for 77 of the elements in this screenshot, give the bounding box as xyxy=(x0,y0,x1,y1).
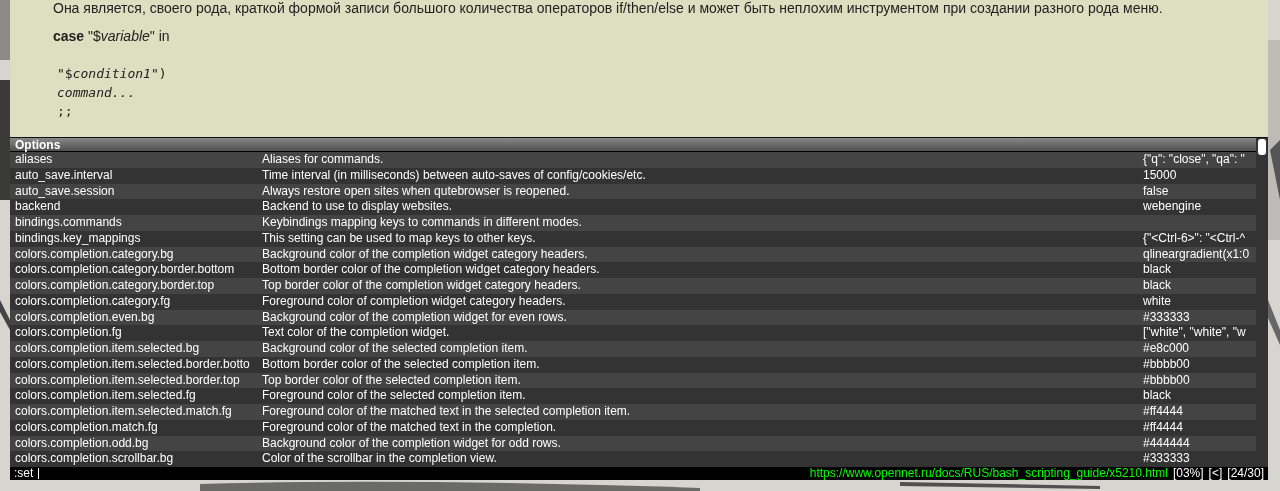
scrollbar-thumb[interactable] xyxy=(1258,139,1266,155)
option-value: #333333 xyxy=(1143,309,1190,326)
command-input[interactable]: :set xyxy=(14,467,34,480)
tab-index: [24/30] xyxy=(1227,467,1264,480)
option-description: Background color of the selected completion item. xyxy=(262,341,529,357)
option-value: white xyxy=(1143,293,1171,310)
option-value: {"<Ctrl-6>": "<Ctrl-^ xyxy=(1143,230,1246,247)
option-name: colors.completion.category.fg xyxy=(14,293,172,310)
option-description: Background color of the completion widget for odd rows. xyxy=(262,435,562,452)
option-value: ["white", "white", "w xyxy=(1143,325,1246,341)
syntax-line: case "$variable" in xyxy=(53,27,170,45)
option-value: #ff4444 xyxy=(1143,404,1183,420)
option-description: Time interval (in milliseconds) between auto-saves of config/cookies/etc. xyxy=(262,167,647,184)
option-name: colors.completion.item.selected.bg xyxy=(14,341,201,357)
option-value: black xyxy=(1143,262,1171,278)
completion-row[interactable]: colors.completion.category.border.top Top border color of the completion widget category headers. black xyxy=(10,278,1256,294)
option-value: webengine xyxy=(1143,199,1202,215)
option-name: bindings.commands xyxy=(14,215,123,231)
option-name: colors.completion.item.selected.border.botto xyxy=(14,356,251,373)
option-name: aliases xyxy=(14,152,54,168)
option-name: colors.completion.item.selected.fg xyxy=(14,388,197,404)
category-header: Options xyxy=(10,138,1256,152)
page-url: https://www.opennet.ru/docs/RUS/bash_scripting_guide/x5210.html xyxy=(809,467,1168,480)
scroll-percent: [03%] xyxy=(1172,467,1204,480)
completion-row[interactable]: bindings.commands Keybindings mapping keys to commands in different modes. xyxy=(10,215,1256,231)
option-description: Backend to use to display websites. xyxy=(262,199,454,215)
completion-row[interactable]: aliases Aliases for commands. {"q": "close", "qa": " xyxy=(10,152,1256,168)
option-description: Keybindings mapping keys to commands in different modes. xyxy=(262,215,583,231)
option-value: black xyxy=(1143,278,1171,294)
option-name: colors.completion.fg xyxy=(14,325,123,341)
option-name: colors.completion.category.border.top xyxy=(14,278,216,294)
option-description: Foreground color of the matched text in the completion. xyxy=(262,419,558,436)
option-description: Aliases for commands. xyxy=(262,152,385,168)
option-name: colors.completion.odd.bg xyxy=(14,435,150,452)
option-description: Background color of the completion widget for even rows. xyxy=(262,309,568,326)
option-name: colors.completion.category.border.bottom xyxy=(14,262,236,278)
option-value: #333333 xyxy=(1143,451,1190,467)
option-description: Foreground color of the selected completion item. xyxy=(262,388,527,404)
option-name: colors.completion.even.bg xyxy=(14,309,156,326)
code-line: "$condition1") xyxy=(57,65,167,83)
option-name: colors.completion.item.selected.match.fg xyxy=(14,404,233,420)
option-description: Always restore open sites when qutebrowser is reopened. xyxy=(262,183,571,200)
option-description: Top border color of the selected completion item. xyxy=(262,372,522,389)
option-value: #ff4444 xyxy=(1143,419,1183,436)
option-description: Top border color of the completion widget category headers. xyxy=(262,278,582,294)
option-value: qlineargradient(x1:0 xyxy=(1143,246,1250,263)
paragraph: Она является, своего рода, краткой формой записи большого количества операторов if/then/else и может быть неплохим инструментом при создании разного рода меню. xyxy=(53,0,1163,16)
option-value: #bbbb00 xyxy=(1143,372,1190,389)
option-value: false xyxy=(1143,183,1169,200)
option-description: Foreground color of completion widget category headers. xyxy=(262,293,567,310)
option-name: bindings.key_mappings xyxy=(14,230,142,247)
completion-row[interactable]: colors.completion.item.selected.match.fg Foreground color of the matched text in the selected completion item. #ff4444 xyxy=(10,404,1256,420)
option-value: #bbbb00 xyxy=(1143,356,1190,373)
option-name: colors.completion.match.fg xyxy=(14,419,159,436)
option-description: Text color of the completion widget. xyxy=(262,325,451,341)
option-name: backend xyxy=(14,199,62,215)
option-description: Bottom border color of the selected completion item. xyxy=(262,356,541,373)
option-value: #e8c000 xyxy=(1143,341,1190,357)
completion-row[interactable]: colors.completion.item.selected.bg Background color of the selected completion item. #e8c000 xyxy=(10,341,1256,357)
option-description: Foreground color of the matched text in the selected completion item. xyxy=(262,404,632,420)
code-line: ;; xyxy=(57,102,73,120)
option-name: auto_save.interval xyxy=(14,167,114,184)
option-description: Bottom border color of the completion widget category headers. xyxy=(262,262,601,278)
option-value: {"q": "close", "qa": " xyxy=(1143,152,1245,168)
option-description: Color of the scrollbar in the completion view. xyxy=(262,451,498,467)
history-indicator: [<] xyxy=(1208,467,1223,480)
option-name: colors.completion.category.bg xyxy=(14,246,175,263)
option-value: black xyxy=(1143,388,1171,404)
option-value: #444444 xyxy=(1143,435,1190,452)
option-description: This setting can be used to map keys to other keys. xyxy=(262,230,537,247)
option-description: Background color of the completion widget category headers. xyxy=(262,246,589,263)
option-name: colors.completion.scrollbar.bg xyxy=(14,451,175,467)
option-name: auto_save.session xyxy=(14,183,116,200)
code-line: command... xyxy=(57,83,136,102)
option-value: 15000 xyxy=(1143,167,1177,184)
option-name: colors.completion.item.selected.border.top xyxy=(14,372,241,389)
text-cursor xyxy=(38,468,40,479)
